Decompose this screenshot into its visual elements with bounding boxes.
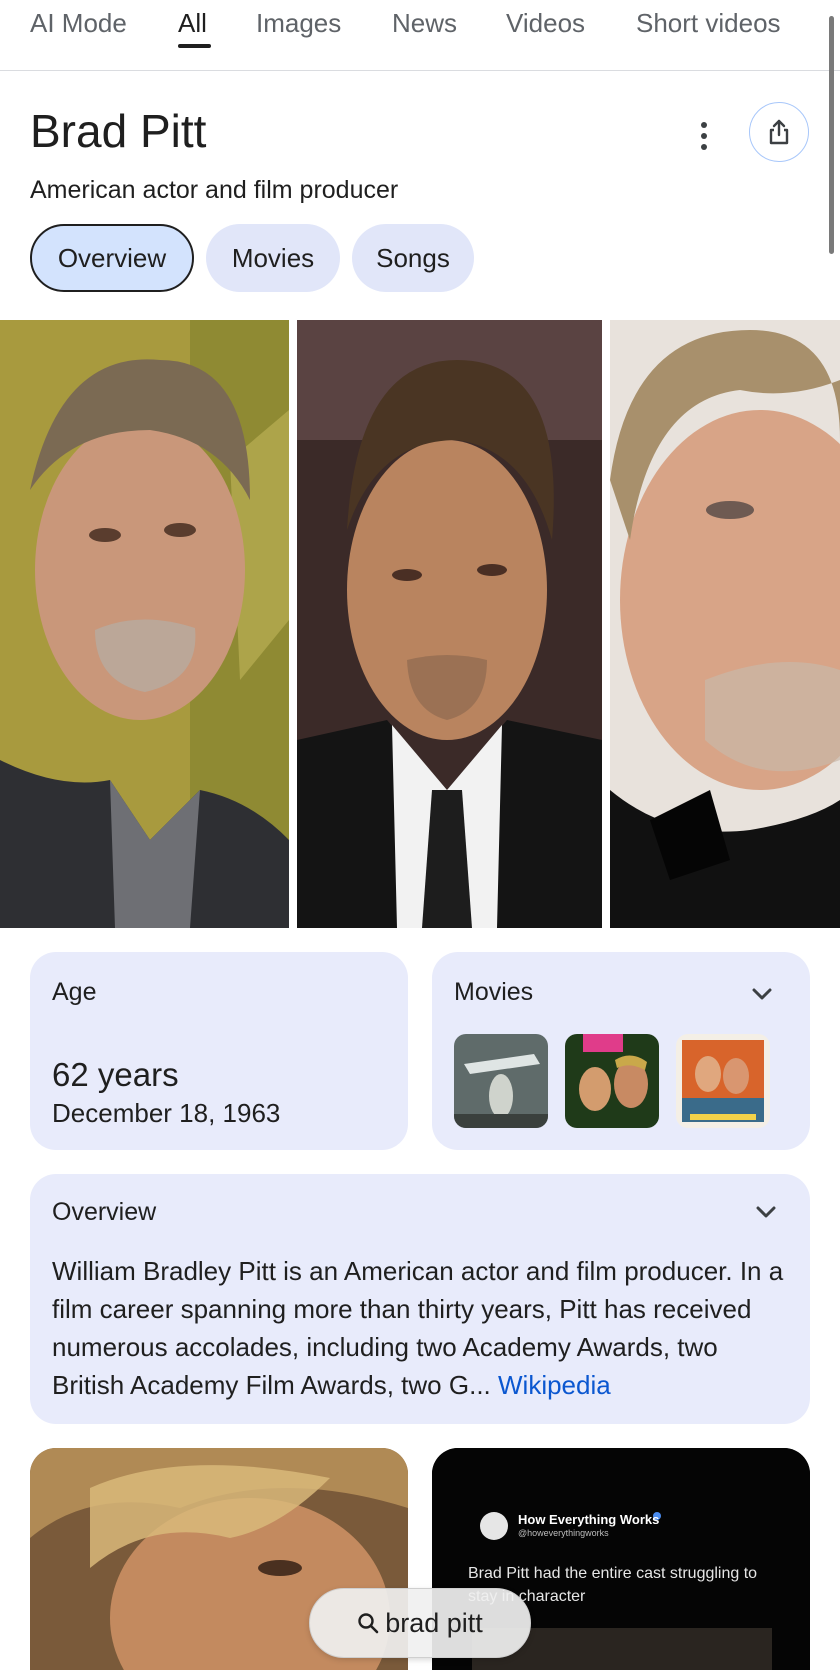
search-tabs-bar: AI Mode All Images News Videos Short vid… xyxy=(0,0,840,71)
image-result-3[interactable] xyxy=(610,320,840,928)
overview-label: Overview xyxy=(52,1198,157,1226)
birth-date: December 18, 1963 xyxy=(52,1098,281,1128)
chevron-down-icon[interactable] xyxy=(748,980,776,1008)
overview-description: William Bradley Pitt is an American acto… xyxy=(52,1252,787,1404)
wikipedia-link[interactable]: Wikipedia xyxy=(498,1370,611,1400)
chip-overview[interactable]: Overview xyxy=(30,224,194,292)
tab-all[interactable]: All xyxy=(178,8,207,39)
movie-poster-2[interactable] xyxy=(565,1034,659,1128)
active-tab-indicator xyxy=(178,44,211,48)
entity-title: Brad Pitt xyxy=(30,105,207,157)
page-scrollbar[interactable] xyxy=(829,16,834,254)
age-value: 62 years xyxy=(52,1056,179,1093)
image-result-1[interactable] xyxy=(0,320,289,928)
floating-search-button[interactable]: brad pitt xyxy=(309,1588,531,1658)
overview-text: William Bradley Pitt is an American acto… xyxy=(52,1256,784,1400)
more-dot-icon xyxy=(701,122,707,128)
chevron-down-icon[interactable] xyxy=(752,1198,780,1226)
age-label: Age xyxy=(52,978,97,1006)
chip-songs[interactable]: Songs xyxy=(352,224,474,292)
overview-card[interactable]: Overview William Bradley Pitt is an Amer… xyxy=(30,1174,810,1424)
image-result-2[interactable] xyxy=(297,320,602,928)
more-options-button[interactable] xyxy=(690,116,718,156)
search-icon xyxy=(358,1613,379,1634)
tweet-author-name: How Everything Works xyxy=(518,1512,660,1527)
age-card[interactable]: Age 62 years December 18, 1963 xyxy=(30,952,408,1150)
movies-card[interactable]: Movies xyxy=(432,952,810,1150)
tab-ai-mode[interactable]: AI Mode xyxy=(30,8,127,39)
movies-label: Movies xyxy=(454,978,534,1006)
share-button[interactable] xyxy=(749,102,809,162)
movie-poster-3[interactable] xyxy=(676,1034,770,1128)
entity-subtitle: American actor and film producer xyxy=(30,176,399,204)
tab-short-videos[interactable]: Short videos xyxy=(636,8,781,39)
movie-poster-1[interactable] xyxy=(454,1034,548,1128)
tab-news[interactable]: News xyxy=(392,8,457,39)
search-query: brad pitt xyxy=(385,1607,483,1638)
tab-videos[interactable]: Videos xyxy=(506,8,585,39)
chip-movies[interactable]: Movies xyxy=(206,224,340,292)
more-dot-icon xyxy=(701,133,707,139)
tweet-author-handle: @howeverythingworks xyxy=(518,1528,609,1538)
more-dot-icon xyxy=(701,144,707,150)
tab-images[interactable]: Images xyxy=(256,8,341,39)
share-icon xyxy=(769,119,789,145)
